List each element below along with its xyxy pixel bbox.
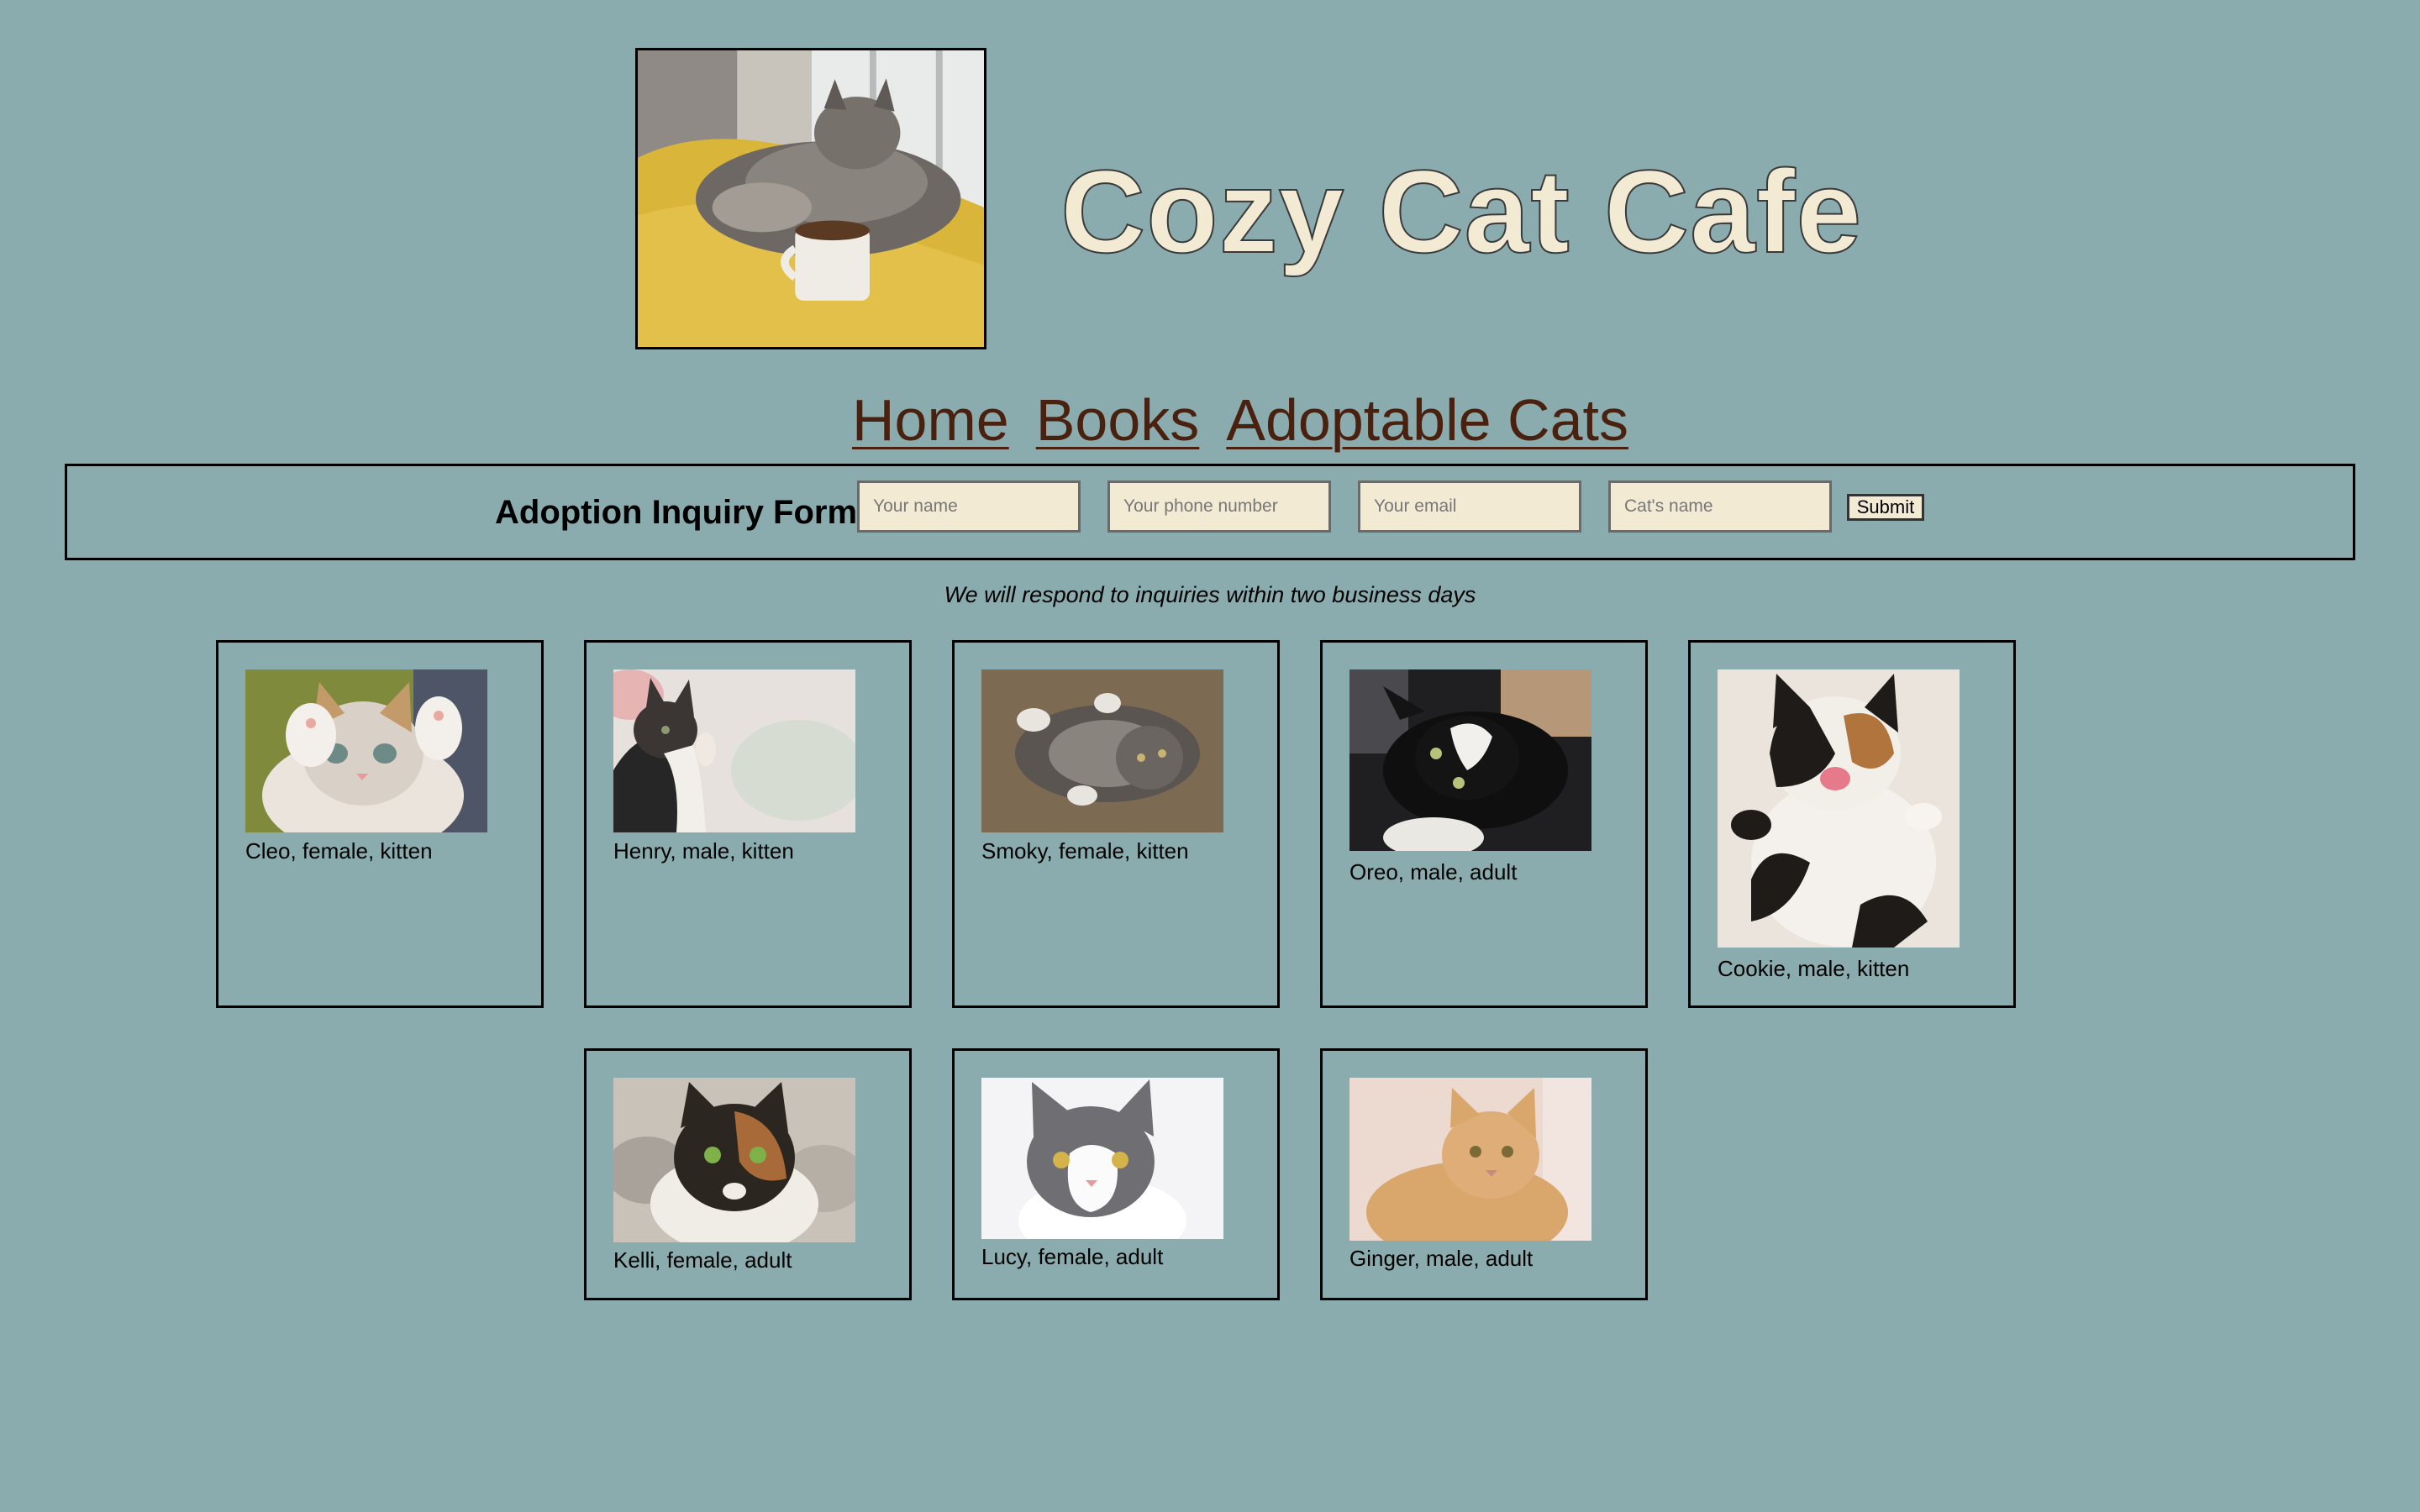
nav-link-books[interactable]: Books — [1036, 385, 1200, 455]
form-title: Adoption Inquiry Form — [495, 494, 858, 531]
cat-photo-ginger — [1349, 1078, 1591, 1241]
cat-card: Cleo, female, kitten — [216, 640, 544, 1008]
nav-link-home[interactable]: Home — [852, 385, 1009, 455]
cat-caption: Henry, male, kitten — [613, 838, 794, 864]
cat-photo-cookie — [1718, 669, 1960, 948]
cat-card: Henry, male, kitten — [584, 640, 912, 1008]
cat-name-input[interactable] — [1608, 480, 1832, 533]
email-input[interactable] — [1358, 480, 1581, 533]
cat-caption: Cookie, male, kitten — [1718, 956, 1910, 981]
cat-photo-kelli — [613, 1078, 855, 1242]
cat-caption: Lucy, female, adult — [981, 1244, 1164, 1269]
cat-caption: Kelli, female, adult — [613, 1247, 792, 1273]
cat-caption: Oreo, male, adult — [1349, 859, 1518, 885]
cat-card: Cookie, male, kitten — [1688, 640, 2016, 1008]
cat-photo-cleo — [245, 669, 487, 832]
cat-card: Oreo, male, adult — [1320, 640, 1648, 1008]
cat-photo-lucy — [981, 1078, 1223, 1239]
phone-input[interactable] — [1107, 480, 1331, 533]
cat-photo-henry — [613, 669, 855, 832]
site-title: Cozy Cat Cafe — [1060, 145, 1863, 277]
cat-caption: Ginger, male, adult — [1349, 1246, 1534, 1271]
cat-card: Kelli, female, adult — [584, 1048, 912, 1300]
cat-caption: Smoky, female, kitten — [981, 838, 1189, 864]
name-input[interactable] — [857, 480, 1081, 533]
hero-cat-image — [635, 48, 986, 349]
cat-card: Ginger, male, adult — [1320, 1048, 1648, 1300]
nav-link-adoptable-cats[interactable]: Adoptable Cats — [1226, 385, 1628, 455]
cat-photo-oreo — [1349, 669, 1591, 851]
main-nav: Home Books Adoptable Cats — [852, 385, 1628, 455]
cat-caption: Cleo, female, kitten — [245, 838, 433, 864]
cat-card: Lucy, female, adult — [952, 1048, 1280, 1300]
response-note: We will respond to inquiries within two … — [944, 582, 1476, 607]
cat-card: Smoky, female, kitten — [952, 640, 1280, 1008]
cat-photo-smoky — [981, 669, 1223, 832]
submit-button[interactable]: Submit — [1847, 494, 1924, 521]
